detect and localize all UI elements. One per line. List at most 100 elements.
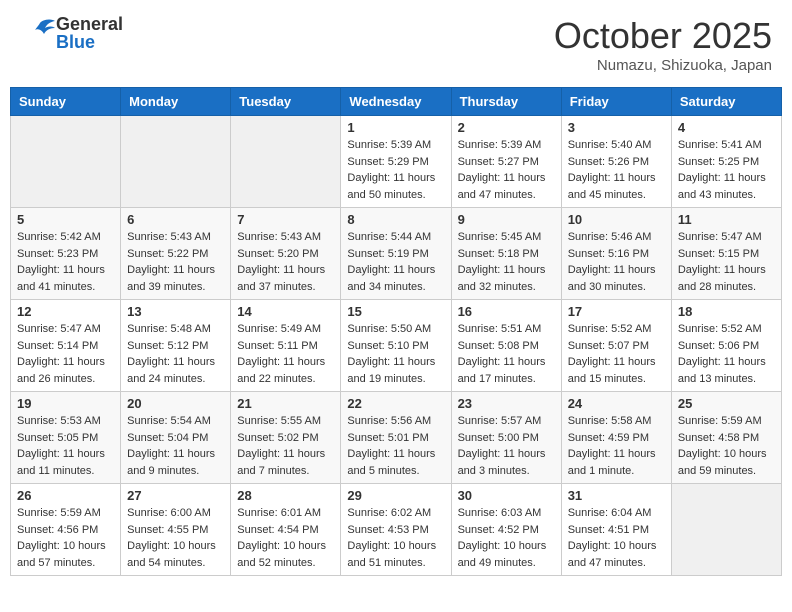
calendar-cell: 13Sunrise: 5:48 AM Sunset: 5:12 PM Dayli…: [121, 300, 231, 392]
calendar-cell: 31 Sunrise: 6:04 AM Sunset: 4:51 PM Dayli…: [561, 484, 671, 576]
day-number: 14: [237, 304, 334, 319]
day-info: Sunrise: 5:59 AM Sunset: 4:58 PM Dayligh…: [678, 413, 775, 479]
day-info: Sunrise: 6:03 AM Sunset: 4:52 PM Dayligh…: [458, 505, 555, 571]
day-number: 18: [678, 304, 775, 319]
day-number: 23: [458, 396, 555, 411]
calendar-cell: 6 Sunrise: 5:43 AM Sunset: 5:22 PM Daylig…: [121, 208, 231, 300]
calendar-table: SundayMondayTuesdayWednesdayThursdayFrid…: [10, 87, 782, 576]
weekday-header-friday: Friday: [561, 88, 671, 116]
day-number: 26: [17, 488, 114, 503]
day-info: Sunrise: 5:53 AM Sunset: 5:05 PM Dayligh…: [17, 413, 114, 479]
calendar-week-row: 5Sunrise: 5:42 AM Sunset: 5:23 PM Daylig…: [11, 208, 782, 300]
day-number: 19: [17, 396, 114, 411]
logo-bird-icon: [20, 18, 56, 48]
calendar-cell: 30 Sunrise: 6:03 AM Sunset: 4:52 PM Dayli…: [451, 484, 561, 576]
day-number: 8: [347, 212, 444, 227]
calendar-cell: 9 Sunrise: 5:45 AM Sunset: 5:18 PM Daylig…: [451, 208, 561, 300]
calendar-cell: 7Sunrise: 5:43 AM Sunset: 5:20 PM Daylig…: [231, 208, 341, 300]
calendar-cell: 8 Sunrise: 5:44 AM Sunset: 5:19 PM Daylig…: [341, 208, 451, 300]
title-section: October 2025 Numazu, Shizuoka, Japan: [554, 15, 772, 74]
calendar-cell: 25 Sunrise: 5:59 AM Sunset: 4:58 PM Dayli…: [671, 392, 781, 484]
day-number: 29: [347, 488, 444, 503]
day-number: 13: [127, 304, 224, 319]
calendar-cell: 18 Sunrise: 5:52 AM Sunset: 5:06 PM Dayli…: [671, 300, 781, 392]
day-info: Sunrise: 5:55 AM Sunset: 5:02 PM Dayligh…: [237, 413, 334, 479]
day-info: Sunrise: 6:04 AM Sunset: 4:51 PM Dayligh…: [568, 505, 665, 571]
weekday-header-thursday: Thursday: [451, 88, 561, 116]
day-info: Sunrise: 5:46 AM Sunset: 5:16 PM Dayligh…: [568, 229, 665, 295]
day-number: 22: [347, 396, 444, 411]
day-info: Sunrise: 5:56 AM Sunset: 5:01 PM Dayligh…: [347, 413, 444, 479]
calendar-cell: 12 Sunrise: 5:47 AM Sunset: 5:14 PM Dayli…: [11, 300, 121, 392]
day-info: Sunrise: 5:47 AM Sunset: 5:15 PM Dayligh…: [678, 229, 775, 295]
day-info: Sunrise: 5:39 AM Sunset: 5:29 PM Dayligh…: [347, 137, 444, 203]
day-number: 20: [127, 396, 224, 411]
day-info: Sunrise: 5:50 AM Sunset: 5:10 PM Dayligh…: [347, 321, 444, 387]
calendar-header-row: SundayMondayTuesdayWednesdayThursdayFrid…: [11, 88, 782, 116]
calendar-cell: 11 Sunrise: 5:47 AM Sunset: 5:15 PM Dayli…: [671, 208, 781, 300]
day-info: Sunrise: 5:52 AM Sunset: 5:06 PM Dayligh…: [678, 321, 775, 387]
calendar-cell: 16Sunrise: 5:51 AM Sunset: 5:08 PM Dayli…: [451, 300, 561, 392]
day-number: 25: [678, 396, 775, 411]
weekday-header-monday: Monday: [121, 88, 231, 116]
weekday-header-saturday: Saturday: [671, 88, 781, 116]
day-number: 2: [458, 120, 555, 135]
day-number: 9: [458, 212, 555, 227]
day-number: 27: [127, 488, 224, 503]
calendar-cell: 15 Sunrise: 5:50 AM Sunset: 5:10 PM Dayli…: [341, 300, 451, 392]
day-info: Sunrise: 5:41 AM Sunset: 5:25 PM Dayligh…: [678, 137, 775, 203]
logo-blue-text: Blue: [56, 33, 123, 51]
calendar-cell: 21 Sunrise: 5:55 AM Sunset: 5:02 PM Dayli…: [231, 392, 341, 484]
day-info: Sunrise: 6:02 AM Sunset: 4:53 PM Dayligh…: [347, 505, 444, 571]
logo-general-text: General: [56, 15, 123, 33]
day-number: 30: [458, 488, 555, 503]
month-title: October 2025: [554, 15, 772, 57]
day-info: Sunrise: 5:40 AM Sunset: 5:26 PM Dayligh…: [568, 137, 665, 203]
day-number: 24: [568, 396, 665, 411]
day-number: 21: [237, 396, 334, 411]
day-info: Sunrise: 5:51 AM Sunset: 5:08 PM Dayligh…: [458, 321, 555, 387]
day-number: 12: [17, 304, 114, 319]
day-number: 5: [17, 212, 114, 227]
calendar-cell: 24 Sunrise: 5:58 AM Sunset: 4:59 PM Dayli…: [561, 392, 671, 484]
calendar-cell: [671, 484, 781, 576]
day-number: 3: [568, 120, 665, 135]
day-info: Sunrise: 6:01 AM Sunset: 4:54 PM Dayligh…: [237, 505, 334, 571]
day-number: 6: [127, 212, 224, 227]
day-number: 15: [347, 304, 444, 319]
day-number: 1: [347, 120, 444, 135]
calendar-week-row: 19 Sunrise: 5:53 AM Sunset: 5:05 PM Dayli…: [11, 392, 782, 484]
calendar-cell: 27Sunrise: 6:00 AM Sunset: 4:55 PM Dayli…: [121, 484, 231, 576]
calendar-cell: 14 Sunrise: 5:49 AM Sunset: 5:11 PM Dayli…: [231, 300, 341, 392]
day-info: Sunrise: 5:47 AM Sunset: 5:14 PM Dayligh…: [17, 321, 114, 387]
calendar-cell: 1 Sunrise: 5:39 AM Sunset: 5:29 PM Daylig…: [341, 116, 451, 208]
day-info: Sunrise: 5:58 AM Sunset: 4:59 PM Dayligh…: [568, 413, 665, 479]
day-info: Sunrise: 5:54 AM Sunset: 5:04 PM Dayligh…: [127, 413, 224, 479]
day-info: Sunrise: 5:59 AM Sunset: 4:56 PM Dayligh…: [17, 505, 114, 571]
day-info: Sunrise: 5:52 AM Sunset: 5:07 PM Dayligh…: [568, 321, 665, 387]
calendar-cell: 19 Sunrise: 5:53 AM Sunset: 5:05 PM Dayli…: [11, 392, 121, 484]
weekday-header-sunday: Sunday: [11, 88, 121, 116]
calendar-cell: [121, 116, 231, 208]
calendar-week-row: 1 Sunrise: 5:39 AM Sunset: 5:29 PM Daylig…: [11, 116, 782, 208]
day-info: Sunrise: 5:44 AM Sunset: 5:19 PM Dayligh…: [347, 229, 444, 295]
calendar-cell: 23Sunrise: 5:57 AM Sunset: 5:00 PM Dayli…: [451, 392, 561, 484]
calendar-cell: 29 Sunrise: 6:02 AM Sunset: 4:53 PM Dayli…: [341, 484, 451, 576]
calendar-week-row: 26 Sunrise: 5:59 AM Sunset: 4:56 PM Dayli…: [11, 484, 782, 576]
day-number: 11: [678, 212, 775, 227]
page-header: General Blue October 2025 Numazu, Shizuo…: [10, 10, 782, 79]
calendar-cell: 10 Sunrise: 5:46 AM Sunset: 5:16 PM Dayli…: [561, 208, 671, 300]
calendar-cell: 17 Sunrise: 5:52 AM Sunset: 5:07 PM Dayli…: [561, 300, 671, 392]
day-info: Sunrise: 5:45 AM Sunset: 5:18 PM Dayligh…: [458, 229, 555, 295]
calendar-cell: 3 Sunrise: 5:40 AM Sunset: 5:26 PM Daylig…: [561, 116, 671, 208]
calendar-cell: 4Sunrise: 5:41 AM Sunset: 5:25 PM Daylig…: [671, 116, 781, 208]
calendar-cell: 26 Sunrise: 5:59 AM Sunset: 4:56 PM Dayli…: [11, 484, 121, 576]
day-number: 17: [568, 304, 665, 319]
day-info: Sunrise: 5:49 AM Sunset: 5:11 PM Dayligh…: [237, 321, 334, 387]
calendar-cell: 2Sunrise: 5:39 AM Sunset: 5:27 PM Daylig…: [451, 116, 561, 208]
day-info: Sunrise: 5:43 AM Sunset: 5:22 PM Dayligh…: [127, 229, 224, 295]
day-number: 10: [568, 212, 665, 227]
day-number: 31: [568, 488, 665, 503]
day-info: Sunrise: 5:43 AM Sunset: 5:20 PM Dayligh…: [237, 229, 334, 295]
calendar-cell: 22 Sunrise: 5:56 AM Sunset: 5:01 PM Dayli…: [341, 392, 451, 484]
